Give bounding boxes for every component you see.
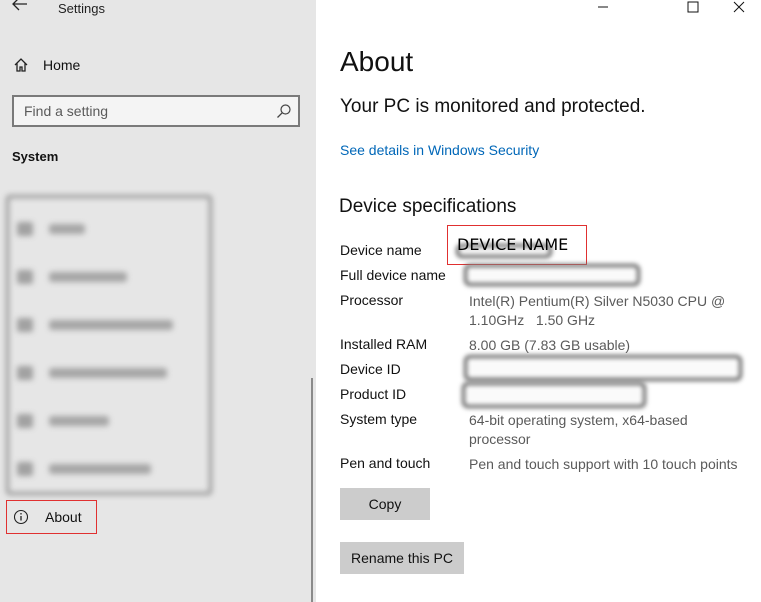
maximize-icon[interactable] [681,0,705,16]
installed-ram-label: Installed RAM [340,336,428,352]
pen-touch-value: Pen and touch support with 10 touch poin… [469,456,738,472]
blurred-nav-list [6,195,212,495]
copy-button[interactable]: Copy [340,488,430,520]
window-title: Settings [58,1,105,16]
system-type-value: 64-bit operating system, x64-based proce… [469,411,749,449]
home-label: Home [43,57,81,73]
processor-value-line1: Intel(R) Pentium(R) Silver N5030 CPU @ [469,293,726,309]
list-item[interactable] [17,460,151,478]
redacted-product-id [462,382,646,408]
processor-value-line2: 1.10GHz 1.50 GHz [469,312,596,328]
rename-pc-button[interactable]: Rename this PC [340,542,464,574]
sidebar-item-about[interactable]: About [6,500,97,534]
installed-ram-value: 8.00 GB (7.83 GB usable) [469,337,631,353]
protection-status: Your PC is monitored and protected. [340,96,646,117]
device-specifications-header: Device specifications [339,196,517,217]
list-item[interactable] [17,268,127,286]
info-icon [13,509,29,525]
redacted-full-device-name [464,264,640,286]
titlebar-left: Settings [0,0,316,18]
main-content: About Your PC is monitored and protected… [316,0,761,602]
list-item[interactable] [17,316,173,334]
processor-label: Processor [340,292,404,308]
home-nav-item[interactable]: Home [12,54,80,76]
back-arrow-icon[interactable] [12,0,28,16]
processor-value: Intel(R) Pentium(R) Silver N5030 CPU @ 1… [469,292,749,330]
sidebar-scrollbar[interactable] [311,378,313,602]
system-type-value-line2: processor [469,431,531,447]
product-id-label: Product ID [340,386,407,402]
search-box[interactable] [12,95,300,127]
device-name-label: Device name [340,242,422,258]
list-item[interactable] [17,412,109,430]
device-id-label: Device ID [340,361,401,377]
sidebar: Settings Home System About [0,0,316,602]
redacted-device-id [464,355,742,381]
full-device-name-label: Full device name [340,267,446,283]
list-item[interactable] [17,364,167,382]
windows-security-link[interactable]: See details in Windows Security [340,142,539,158]
list-item[interactable] [17,220,85,238]
search-input[interactable] [24,102,264,120]
system-type-value-line1: 64-bit operating system, x64-based [469,412,688,428]
pen-touch-label: Pen and touch [340,455,431,471]
device-name-value: DEVICE NAME [457,235,569,254]
close-icon[interactable] [727,0,751,16]
section-header-system: System [12,149,59,164]
search-icon[interactable] [276,103,292,119]
system-type-label: System type [340,411,418,427]
minimize-icon[interactable] [591,0,615,16]
home-icon [12,56,30,74]
page-title: About [340,46,414,77]
sidebar-item-label: About [45,509,82,525]
